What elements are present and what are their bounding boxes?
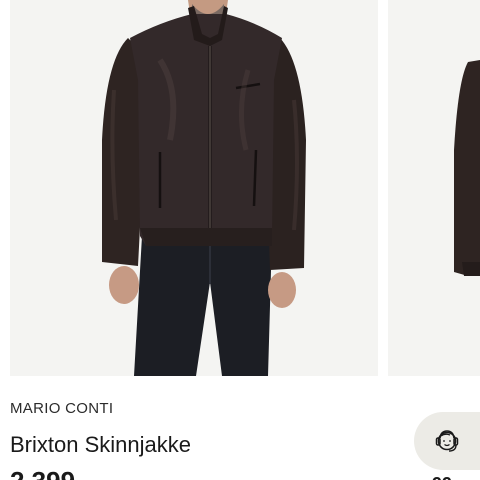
next-product-photo-illustration [388, 0, 480, 376]
support-badge: 99 [432, 474, 472, 480]
customer-service-headset-icon [435, 430, 459, 452]
product-photo-illustration [10, 0, 378, 376]
product-image-carousel[interactable] [0, 0, 480, 376]
product-name[interactable]: Brixton Skinnjakke [10, 432, 191, 458]
product-brand: MARIO CONTI [10, 400, 114, 417]
product-price: 2 399 [10, 466, 75, 480]
product-image[interactable] [10, 0, 378, 376]
customer-service-button[interactable] [414, 412, 480, 470]
product-listing-screen: MARIO CONTI Brixton Skinnjakke 2 399 99 [0, 0, 480, 480]
next-product-image[interactable] [388, 0, 480, 376]
